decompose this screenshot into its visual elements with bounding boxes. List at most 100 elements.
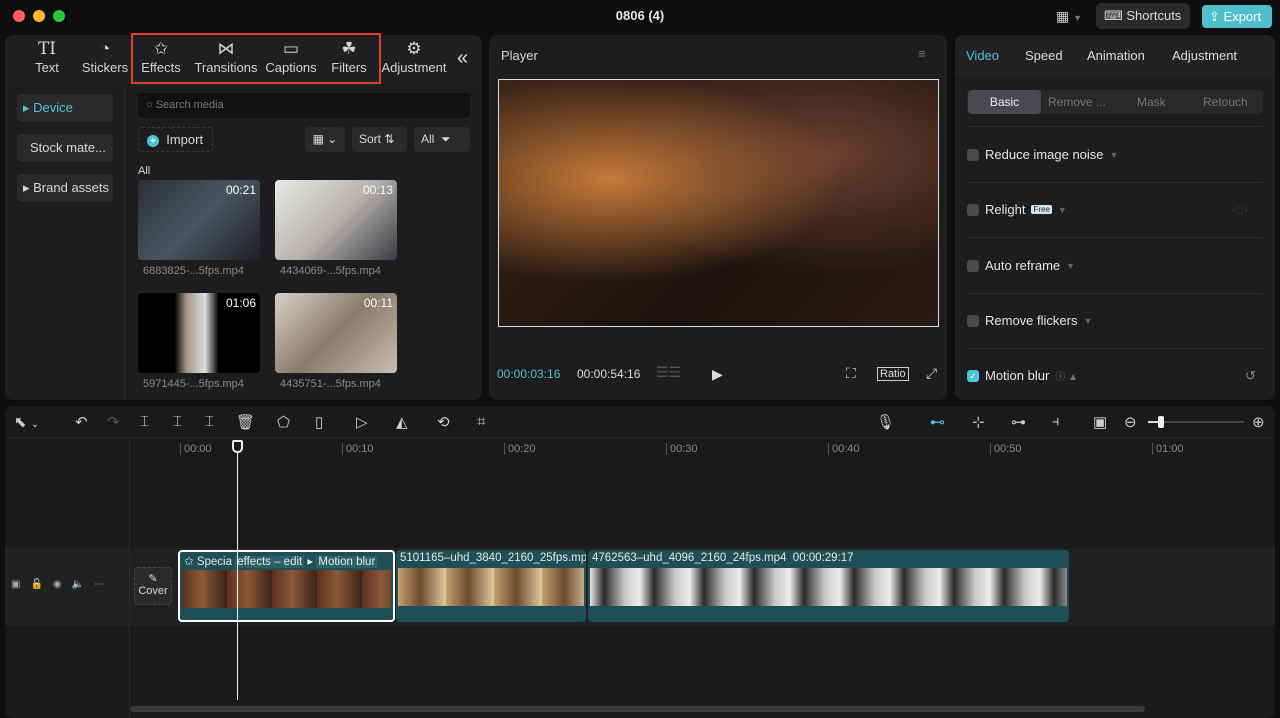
track-video-icon[interactable]: ▣ xyxy=(11,579,30,590)
tab-animation[interactable]: Animation xyxy=(1087,48,1145,63)
media-thumb[interactable]: 00:11 xyxy=(275,293,397,373)
keyframe-icon[interactable]: ‹◇› xyxy=(1232,203,1248,216)
zoom-out-icon[interactable]: ⊖ xyxy=(1124,413,1137,431)
filter-button[interactable]: All ⏷ xyxy=(414,127,470,152)
sort-button[interactable]: Sort ⇅ xyxy=(352,127,407,152)
search-input[interactable]: ○ Search media xyxy=(138,93,470,118)
checkbox-checked[interactable]: ✓ xyxy=(967,369,979,382)
export-button[interactable]: ⇪ Export xyxy=(1202,5,1272,28)
media-thumb[interactable]: 00:13 xyxy=(275,180,397,260)
import-button[interactable]: + Import xyxy=(138,127,213,152)
cover-label: Cover xyxy=(138,585,168,597)
filter-icon: ⏷ xyxy=(441,132,451,146)
subtab-basic[interactable]: Basic xyxy=(968,90,1041,114)
sidebar-item-stock[interactable]: Stock mate... xyxy=(17,134,113,162)
menu-icon[interactable]: ≡ xyxy=(918,46,926,61)
freeze-icon[interactable]: ▯ xyxy=(315,413,323,431)
delete-icon[interactable]: 🗑 xyxy=(236,413,255,431)
zoom-slider[interactable] xyxy=(1148,416,1244,428)
sidebar-item-brand-assets[interactable]: ▸ Brand assets xyxy=(17,174,113,202)
horizontal-scrollbar[interactable] xyxy=(130,706,1145,712)
tab-video[interactable]: Video xyxy=(966,48,999,63)
eye-icon[interactable]: ◉ xyxy=(53,579,72,590)
media-name: 4434069-...5fps.mp4 xyxy=(280,265,381,277)
marker-icon[interactable]: ⬠ xyxy=(277,413,290,431)
option-auto-reframe[interactable]: Auto reframe ▼ xyxy=(967,258,1075,273)
split-right-icon[interactable]: ⌶ xyxy=(205,413,214,430)
duration: 01:06 xyxy=(225,296,256,310)
link-icon[interactable]: ⊶ xyxy=(1011,413,1026,431)
preview-axis-icon[interactable]: ⫞ xyxy=(1052,413,1060,430)
filter-label: All xyxy=(421,132,435,146)
option-remove-flickers[interactable]: Remove flickers ▼ xyxy=(967,313,1092,328)
subtab-mask[interactable]: Mask xyxy=(1137,95,1166,109)
audio-icon[interactable]: 🔈 xyxy=(72,579,94,590)
reverse-icon[interactable]: ▷ xyxy=(356,413,368,431)
reset-icon[interactable]: ↺ xyxy=(1245,368,1256,384)
shortcuts-button[interactable]: ⌨ Shortcuts xyxy=(1096,3,1190,29)
more-icon[interactable]: ⋯ xyxy=(94,579,114,590)
cover-button[interactable]: ✎ Cover xyxy=(134,567,172,605)
zoom-slider-handle[interactable] xyxy=(1158,416,1164,428)
option-label: Motion blur xyxy=(985,368,1050,383)
redo-icon[interactable]: ↷ xyxy=(107,413,120,431)
zoom-fit-icon[interactable]: ⛶ xyxy=(846,365,856,382)
option-label: Relight xyxy=(985,202,1026,217)
collapse-panel-icon[interactable]: « xyxy=(457,47,468,70)
waveform-icon[interactable]: ☰☰ xyxy=(656,364,681,381)
media-thumb[interactable]: 00:21 xyxy=(138,180,260,260)
sidebar-item-device[interactable]: ▸ Device xyxy=(17,94,113,122)
subtab-retouch[interactable]: Retouch xyxy=(1203,95,1248,109)
clip-label: 5101165–uhd_3840_2160_25fps.mp4 xyxy=(400,552,586,564)
clip-label: ✩ Specia effects – edit ▸ Motion blur xyxy=(184,556,378,568)
tool-text[interactable]: TI Text xyxy=(28,38,66,75)
play-button[interactable]: ▶ xyxy=(712,366,723,383)
option-reduce-noise[interactable]: Reduce image noise ▼ xyxy=(967,147,1118,162)
magnet-icon[interactable]: ⊷ xyxy=(930,413,945,431)
window-title: 0806 (4) xyxy=(615,8,665,23)
media-thumb[interactable]: 01:06 xyxy=(138,293,260,373)
zoom-in-icon[interactable]: ⊕ xyxy=(1252,413,1265,431)
playhead[interactable] xyxy=(232,440,243,700)
track-controls[interactable]: ▣🔓◉🔈⋯ xyxy=(11,579,114,590)
rotate-icon[interactable]: ⟲ xyxy=(437,413,450,431)
checkbox[interactable] xyxy=(967,203,979,216)
lock-icon[interactable]: 🔓 xyxy=(30,579,52,590)
option-relight[interactable]: Relight Free ▼ xyxy=(967,202,1067,217)
tab-speed[interactable]: Speed xyxy=(1025,48,1063,63)
tool-adjustment[interactable]: ⚙ Adjustment xyxy=(381,38,447,75)
undo-icon[interactable]: ↶ xyxy=(75,413,88,431)
ruler-tick: 00:20 xyxy=(504,443,536,455)
tool-stickers[interactable]: ◔ Stickers xyxy=(80,38,130,75)
view-mode-button[interactable]: ▦ ⌄ xyxy=(305,127,345,152)
layout-icon[interactable]: ▦ ▼ xyxy=(1056,8,1082,25)
video-preview[interactable] xyxy=(498,79,939,327)
auto-snap-icon[interactable]: ⊹ xyxy=(972,413,985,431)
microphone-icon[interactable]: 🎙 xyxy=(876,413,895,431)
option-motion-blur[interactable]: ✓ Motion blur ⓘ ▲ xyxy=(967,368,1078,383)
duration: 00:13 xyxy=(362,183,393,197)
checkbox[interactable] xyxy=(967,259,979,272)
option-label: Reduce image noise xyxy=(985,147,1104,162)
subtab-remove[interactable]: Remove ... xyxy=(1048,95,1106,109)
ruler-tick: 00:50 xyxy=(990,443,1022,455)
sort-icon: ⇅ xyxy=(384,132,395,146)
highlight-box xyxy=(131,33,381,84)
chevron-down-icon: ▼ xyxy=(1066,260,1076,271)
timeline-clip[interactable]: 5101165–uhd_3840_2160_25fps.mp4 xyxy=(396,550,586,622)
chevron-down-icon: ▼ xyxy=(1083,315,1093,326)
ratio-button[interactable]: Ratio xyxy=(877,367,909,381)
fullscreen-icon[interactable]: ⤢ xyxy=(926,365,937,382)
checkbox[interactable] xyxy=(967,148,979,161)
timeline-clip-selected[interactable]: ✩ Specia effects – edit ▸ Motion blur xyxy=(178,550,395,622)
checkbox[interactable] xyxy=(967,314,979,327)
help-icon[interactable]: ⓘ ▲ xyxy=(1055,368,1078,383)
split-icon[interactable]: ⌶ xyxy=(140,413,149,430)
tab-adjustment[interactable]: Adjustment xyxy=(1172,48,1237,63)
mirror-icon[interactable]: ◭ xyxy=(396,413,408,431)
timeline-clip[interactable]: 4762563–uhd_4096_2160_24fps.mp4 00:00:29… xyxy=(588,550,1069,622)
select-tool-icon[interactable]: ⬉ ⌄ xyxy=(14,413,39,431)
crop-icon[interactable]: ⌗ xyxy=(477,413,485,430)
thumbnail-icon[interactable]: ▣ xyxy=(1093,413,1107,431)
split-left-icon[interactable]: ⌶ xyxy=(173,413,182,430)
